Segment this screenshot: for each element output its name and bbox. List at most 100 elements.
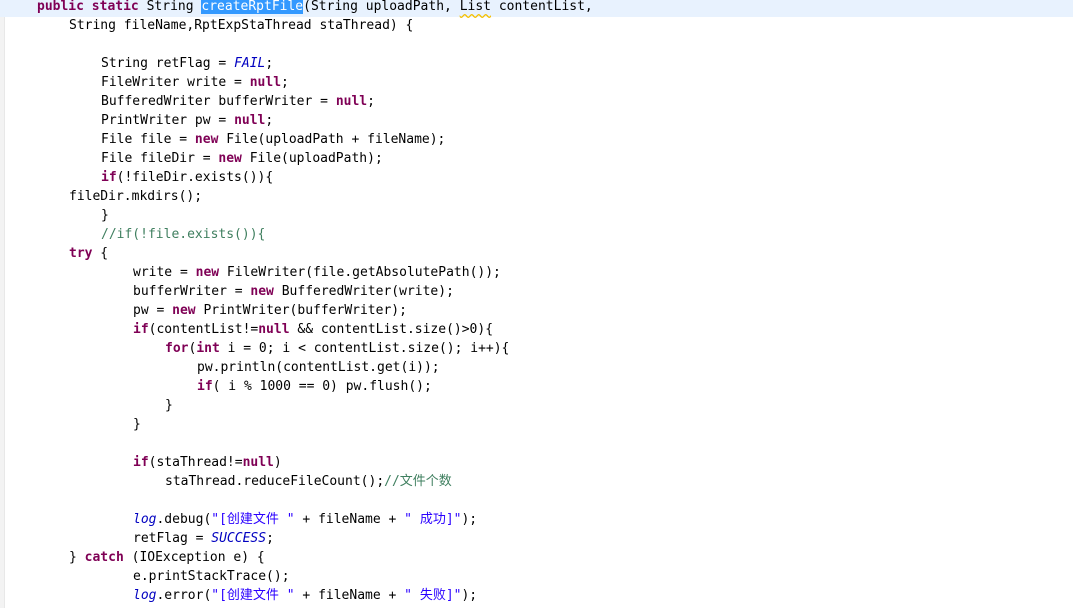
code-token: (String uploadPath, bbox=[303, 0, 460, 14]
code-token: ); bbox=[461, 588, 478, 603]
warning-token: List bbox=[459, 0, 491, 14]
code-token: contentList, bbox=[491, 0, 593, 14]
keyword: new bbox=[218, 151, 242, 166]
code-line[interactable]: bufferWriter = new BufferedWriter(write)… bbox=[0, 283, 454, 302]
static-field: log bbox=[133, 588, 157, 603]
code-token: e.printStackTrace(); bbox=[133, 569, 290, 584]
string-literal: " 失败]" bbox=[404, 588, 462, 603]
code-token: ); bbox=[461, 512, 478, 527]
code-line[interactable]: log.debug("[创建文件 " + fileName + " 成功]"); bbox=[0, 511, 477, 530]
code-token: ; bbox=[265, 113, 274, 128]
code-line[interactable] bbox=[0, 435, 5, 454]
keyword: null bbox=[249, 75, 282, 90]
code-token: } bbox=[165, 398, 173, 413]
code-line[interactable]: if( i % 1000 == 0) pw.flush(); bbox=[0, 378, 432, 397]
static-field: FAIL bbox=[234, 56, 266, 71]
code-line[interactable]: File fileDir = new File(uploadPath); bbox=[0, 150, 383, 169]
code-line[interactable]: } bbox=[0, 397, 173, 416]
code-token: File fileDir = bbox=[101, 151, 219, 166]
code-line[interactable]: } catch (IOException e) { bbox=[0, 549, 265, 568]
keyword: null bbox=[234, 113, 266, 128]
code-line[interactable]: if(staThread!=null) bbox=[0, 454, 282, 473]
code-token: ; bbox=[265, 56, 274, 71]
keyword: new bbox=[250, 284, 274, 299]
code-line[interactable]: pw = new PrintWriter(bufferWriter); bbox=[0, 302, 407, 321]
code-token: PrintWriter(bufferWriter); bbox=[195, 303, 407, 318]
keyword: if bbox=[101, 170, 117, 185]
code-token: FileWriter write = bbox=[101, 75, 250, 90]
code-token: } bbox=[133, 417, 141, 432]
code-token: ; bbox=[281, 75, 289, 90]
keyword: catch bbox=[84, 550, 124, 565]
code-token: + fileName + bbox=[294, 512, 405, 527]
code-line[interactable]: try { bbox=[0, 245, 108, 264]
code-token: fileDir.mkdirs(); bbox=[69, 189, 203, 204]
code-line[interactable]: FileWriter write = null; bbox=[0, 74, 289, 93]
keyword: new bbox=[195, 265, 220, 280]
code-line[interactable]: public static String createRptFile(Strin… bbox=[0, 0, 1073, 17]
code-token: BufferedWriter(write); bbox=[273, 284, 454, 299]
comment: //if(!file.exists()){ bbox=[101, 227, 266, 242]
code-token: + fileName + bbox=[294, 588, 405, 603]
code-token: (!fileDir.exists()){ bbox=[116, 170, 274, 185]
code-token: retFlag = bbox=[133, 531, 212, 546]
code-line[interactable]: } bbox=[0, 207, 109, 226]
string-literal: "[创建文件 " bbox=[211, 588, 295, 603]
code-line[interactable]: BufferedWriter bufferWriter = null; bbox=[0, 93, 375, 112]
keyword: new bbox=[172, 303, 196, 318]
code-editor[interactable]: public static String createRptFile(Strin… bbox=[0, 0, 1073, 608]
code-line[interactable] bbox=[0, 492, 5, 511]
selected-identifier: createRptFile bbox=[201, 0, 304, 14]
code-line[interactable]: PrintWriter pw = null; bbox=[0, 112, 273, 131]
code-line[interactable]: if(!fileDir.exists()){ bbox=[0, 169, 273, 188]
code-token: ( i % 1000 == 0) pw.flush(); bbox=[212, 379, 432, 394]
string-literal: "[创建文件 " bbox=[211, 512, 295, 527]
code-token: BufferedWriter bufferWriter = bbox=[101, 94, 336, 109]
keyword: null bbox=[335, 94, 368, 109]
code-line[interactable]: e.printStackTrace(); bbox=[0, 568, 290, 587]
code-line[interactable]: if(contentList!=null && contentList.size… bbox=[0, 321, 493, 340]
keyword: public bbox=[37, 0, 84, 14]
code-line[interactable]: String fileName,RptExpStaThread staThrea… bbox=[0, 17, 413, 36]
code-token: && contentList.size()>0){ bbox=[289, 322, 494, 337]
code-line[interactable]: log.error("[创建文件 " + fileName + " 失败]"); bbox=[0, 587, 477, 606]
code-token: i = 0; i < contentList.size(); i++){ bbox=[219, 341, 510, 356]
static-field: SUCCESS bbox=[211, 531, 267, 546]
keyword: for bbox=[165, 341, 189, 356]
code-line[interactable]: for(int i = 0; i < contentList.size(); i… bbox=[0, 340, 509, 359]
code-token: ; bbox=[266, 531, 274, 546]
string-literal: " 成功]" bbox=[404, 512, 462, 527]
code-token: PrintWriter pw = bbox=[101, 113, 235, 128]
code-line[interactable]: fileDir.mkdirs(); bbox=[0, 188, 202, 207]
code-token: pw.println(contentList.get(i)); bbox=[197, 360, 440, 375]
code-token: .error( bbox=[156, 588, 212, 603]
code-token: ; bbox=[367, 94, 375, 109]
code-token: { bbox=[92, 246, 109, 261]
code-token: write = bbox=[133, 265, 196, 280]
static-field: log bbox=[133, 512, 157, 527]
code-line[interactable]: write = new FileWriter(file.getAbsoluteP… bbox=[0, 264, 501, 283]
code-token: String bbox=[138, 0, 202, 14]
code-token: ) bbox=[273, 455, 282, 470]
code-token: File(uploadPath); bbox=[241, 151, 383, 166]
code-line[interactable] bbox=[0, 36, 5, 55]
code-line[interactable]: pw.println(contentList.get(i)); bbox=[0, 359, 440, 378]
code-line[interactable]: retFlag = SUCCESS; bbox=[0, 530, 274, 549]
code-token: String retFlag = bbox=[101, 56, 235, 71]
code-token: } bbox=[101, 208, 109, 223]
code-token: .debug( bbox=[156, 512, 212, 527]
code-line[interactable]: //if(!file.exists()){ bbox=[0, 226, 265, 245]
code-line[interactable]: String retFlag = FAIL; bbox=[0, 55, 273, 74]
keyword: null bbox=[242, 455, 274, 470]
code-token: File(uploadPath + fileName); bbox=[218, 132, 446, 147]
code-line[interactable]: } bbox=[0, 416, 141, 435]
keyword: static bbox=[91, 0, 139, 14]
code-token: FileWriter(file.getAbsolutePath()); bbox=[219, 265, 501, 280]
code-token: bufferWriter = bbox=[133, 284, 251, 299]
code-token: File file = bbox=[101, 132, 195, 147]
code-line[interactable]: staThread.reduceFileCount();//文件个数 bbox=[0, 473, 452, 492]
code-token: } bbox=[69, 550, 85, 565]
code-line[interactable]: File file = new File(uploadPath + fileNa… bbox=[0, 131, 445, 150]
comment: //文件个数 bbox=[384, 474, 452, 489]
